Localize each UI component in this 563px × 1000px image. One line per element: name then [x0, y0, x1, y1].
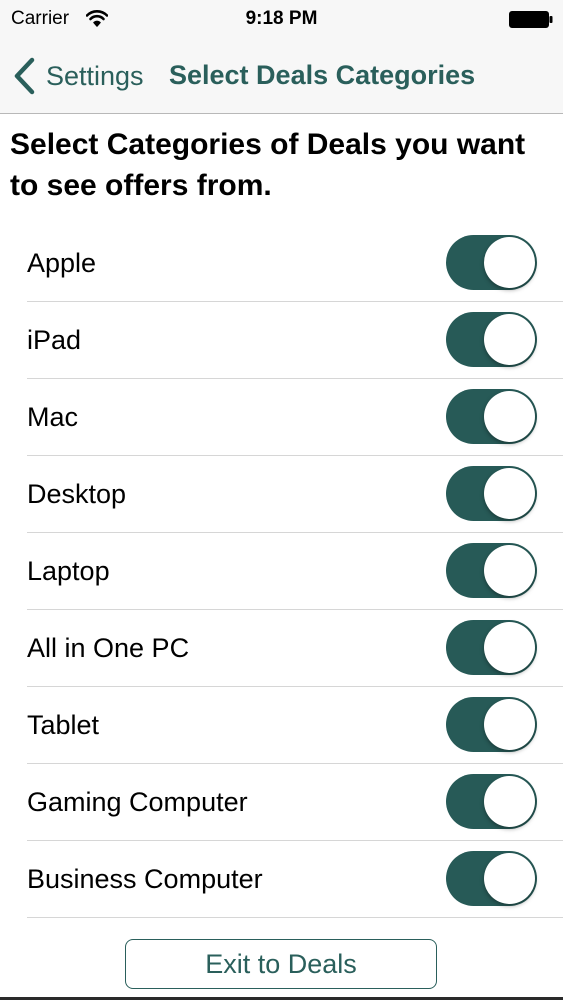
category-row: Desktop: [0, 456, 563, 533]
battery-icon: [509, 11, 553, 28]
category-label: Tablet: [27, 710, 100, 740]
back-button-label: Settings: [46, 60, 144, 91]
category-list: Apple iPad Mac Desktop Laptop All in One PC Ta…: [0, 225, 563, 918]
instructions-heading: Select Categories of Deals you want to s…: [10, 128, 526, 202]
toggle-knob: [484, 853, 535, 904]
category-toggle[interactable]: [446, 697, 537, 752]
category-row: All in One PC: [0, 610, 563, 687]
navigation-bar: Settings Select Deals Categories: [0, 40, 563, 114]
category-toggle[interactable]: [446, 851, 537, 906]
category-toggle[interactable]: [446, 235, 537, 290]
toggle-knob: [484, 622, 535, 673]
category-row: Mac: [0, 379, 563, 456]
toggle-knob: [484, 699, 535, 750]
status-time: 9:18 PM: [245, 8, 318, 29]
category-row: Tablet: [0, 687, 563, 764]
toggle-knob: [484, 237, 535, 288]
chevron-left-icon: [14, 57, 35, 95]
category-toggle[interactable]: [446, 774, 537, 829]
category-label: Business Computer: [27, 864, 263, 894]
category-label: All in One PC: [27, 633, 190, 663]
category-row: Apple: [0, 225, 563, 302]
row-separator: [27, 917, 563, 918]
category-label: Apple: [27, 248, 97, 278]
toggle-knob: [484, 314, 535, 365]
category-toggle[interactable]: [446, 620, 537, 675]
toggle-knob: [484, 391, 535, 442]
category-row: Gaming Computer: [0, 764, 563, 841]
category-toggle[interactable]: [446, 389, 537, 444]
toggle-knob: [484, 776, 535, 827]
category-row: Business Computer: [0, 841, 563, 918]
category-row: Laptop: [0, 533, 563, 610]
category-toggle[interactable]: [446, 543, 537, 598]
category-label: Mac: [27, 402, 79, 432]
category-row: iPad: [0, 302, 563, 379]
category-label: Laptop: [27, 556, 110, 586]
category-label: iPad: [27, 325, 82, 355]
category-label: Desktop: [27, 479, 127, 509]
toggle-knob: [484, 545, 535, 596]
toggle-knob: [484, 468, 535, 519]
category-label: Gaming Computer: [27, 787, 248, 817]
category-toggle[interactable]: [446, 466, 537, 521]
exit-to-deals-button[interactable]: Exit to Deals: [125, 939, 437, 989]
category-toggle[interactable]: [446, 312, 537, 367]
back-button[interactable]: Settings: [12, 54, 144, 98]
status-bar: Carrier 9:18 PM: [0, 0, 563, 40]
page-title: Select Deals Categories: [169, 60, 476, 90]
screen: Carrier 9:18 PM Settings Select Deals Ca…: [0, 0, 563, 1000]
